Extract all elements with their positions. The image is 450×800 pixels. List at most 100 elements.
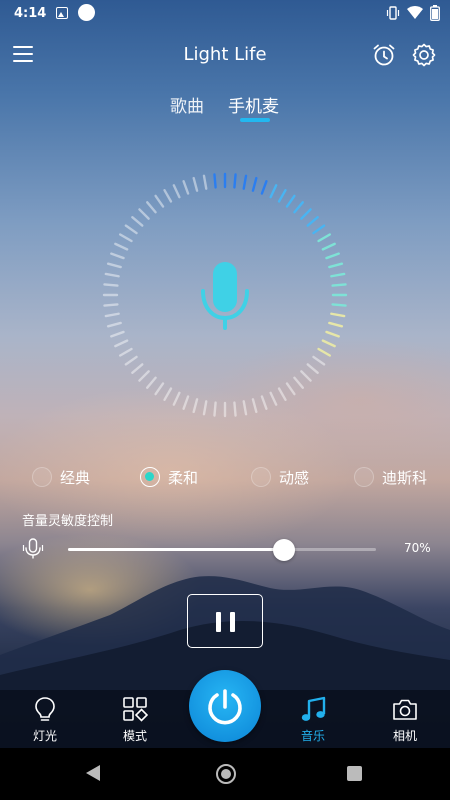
home-icon[interactable] [216,764,236,784]
vibrate-icon [386,6,400,20]
battery-icon [430,5,440,21]
ring-tick [269,391,278,406]
ring-tick [146,201,157,214]
sensitivity-control: 70% [0,535,450,563]
ring-tick [110,252,125,260]
circle-dot-icon [78,4,95,21]
ring-tick [119,347,133,357]
ring-tick [213,173,217,189]
ring-tick [163,387,173,401]
microphone-outline-icon [22,538,44,559]
ring-tick [293,201,304,214]
ring-tick [106,321,122,328]
image-icon [56,7,68,19]
mic-level-ring [102,172,348,418]
tab-bar: 歌曲 手机麦 [0,90,450,130]
system-nav-bar [0,748,450,800]
ring-tick [251,176,258,192]
ring-tick [114,339,129,348]
wifi-icon [407,6,423,19]
settings-icon[interactable] [411,42,437,68]
ring-tick [213,401,217,417]
sensitivity-value: 70% [404,541,431,555]
ring-tick [104,272,120,278]
ring-tick [325,330,340,338]
ring-tick [306,363,319,374]
microphone-icon[interactable] [201,262,249,330]
ring-tick [285,382,296,396]
radio-classic[interactable] [32,467,52,487]
mode-disco[interactable]: 迪斯科 [354,462,427,492]
slider-fill [68,548,284,551]
sensitivity-title: 音量灵敏度控制 [22,514,114,529]
tab-indicator [240,118,270,122]
power-icon [208,689,242,725]
alarm-icon[interactable] [371,42,397,68]
ring-tick [172,391,181,406]
mode-classic[interactable]: 经典 [32,462,90,492]
ring-tick [242,400,248,416]
ring-tick [154,194,165,208]
ring-tick [300,370,312,382]
nav-modes[interactable]: 模式 [100,690,170,748]
mode-disco-label: 迪斯科 [382,468,428,487]
ring-tick [163,189,173,203]
status-time: 4:14 [14,6,47,21]
ring-tick [114,242,129,251]
ring-tick [202,400,208,416]
grid-diamond-icon [123,697,148,722]
mode-dynamic-label: 动感 [279,468,310,487]
ring-tick [260,395,268,410]
tab-phone-mic[interactable]: 手机麦 [228,92,279,117]
ring-tick [269,184,278,199]
mode-soft-label: 柔和 [168,468,199,487]
back-icon[interactable] [86,765,100,781]
ring-tick [124,224,138,235]
ring-tick [119,233,133,243]
nav-music[interactable]: 音乐 [278,690,348,748]
ring-tick [138,370,150,382]
mode-soft[interactable]: 柔和 [140,462,198,492]
ring-tick [103,303,119,307]
app-header: Light Life [0,36,450,76]
nav-lights[interactable]: 灯光 [10,690,80,748]
radio-soft[interactable] [140,467,160,487]
ring-tick [328,321,344,328]
ring-tick [330,312,346,318]
radio-dynamic[interactable] [251,467,271,487]
ring-tick [321,242,336,251]
ring-tick [146,376,157,389]
ring-tick [233,401,237,417]
ring-tick [242,174,248,190]
ring-tick [260,180,268,195]
ring-tick [277,189,287,203]
nav-modes-label: 模式 [122,729,147,743]
ring-tick [182,180,190,195]
pause-icon [216,612,221,632]
pause-button[interactable] [187,594,263,648]
slider-thumb[interactable] [272,539,295,561]
status-icons [386,5,440,21]
ring-tick [233,173,237,189]
nav-lights-label: 灯光 [32,729,57,743]
mode-dynamic[interactable]: 动感 [251,462,309,492]
ring-tick [251,398,258,414]
ring-tick [293,376,304,389]
tab-songs[interactable]: 歌曲 [170,92,204,117]
ring-tick [330,272,346,278]
ring-tick [172,184,181,199]
nav-camera[interactable]: 相机 [370,690,440,748]
power-button[interactable] [189,670,261,742]
ring-tick [277,387,287,401]
ring-tick [103,283,119,287]
ring-tick [312,224,326,235]
ring-tick [154,382,165,396]
radio-disco[interactable] [354,467,374,487]
ring-tick [104,312,120,318]
sensitivity-slider[interactable] [68,539,376,561]
ring-tick [300,208,312,220]
status-bar: 4:14 [0,0,450,28]
pause-icon-bar [230,612,235,632]
recents-icon[interactable] [347,766,362,781]
nav-music-label: 音乐 [300,729,325,743]
